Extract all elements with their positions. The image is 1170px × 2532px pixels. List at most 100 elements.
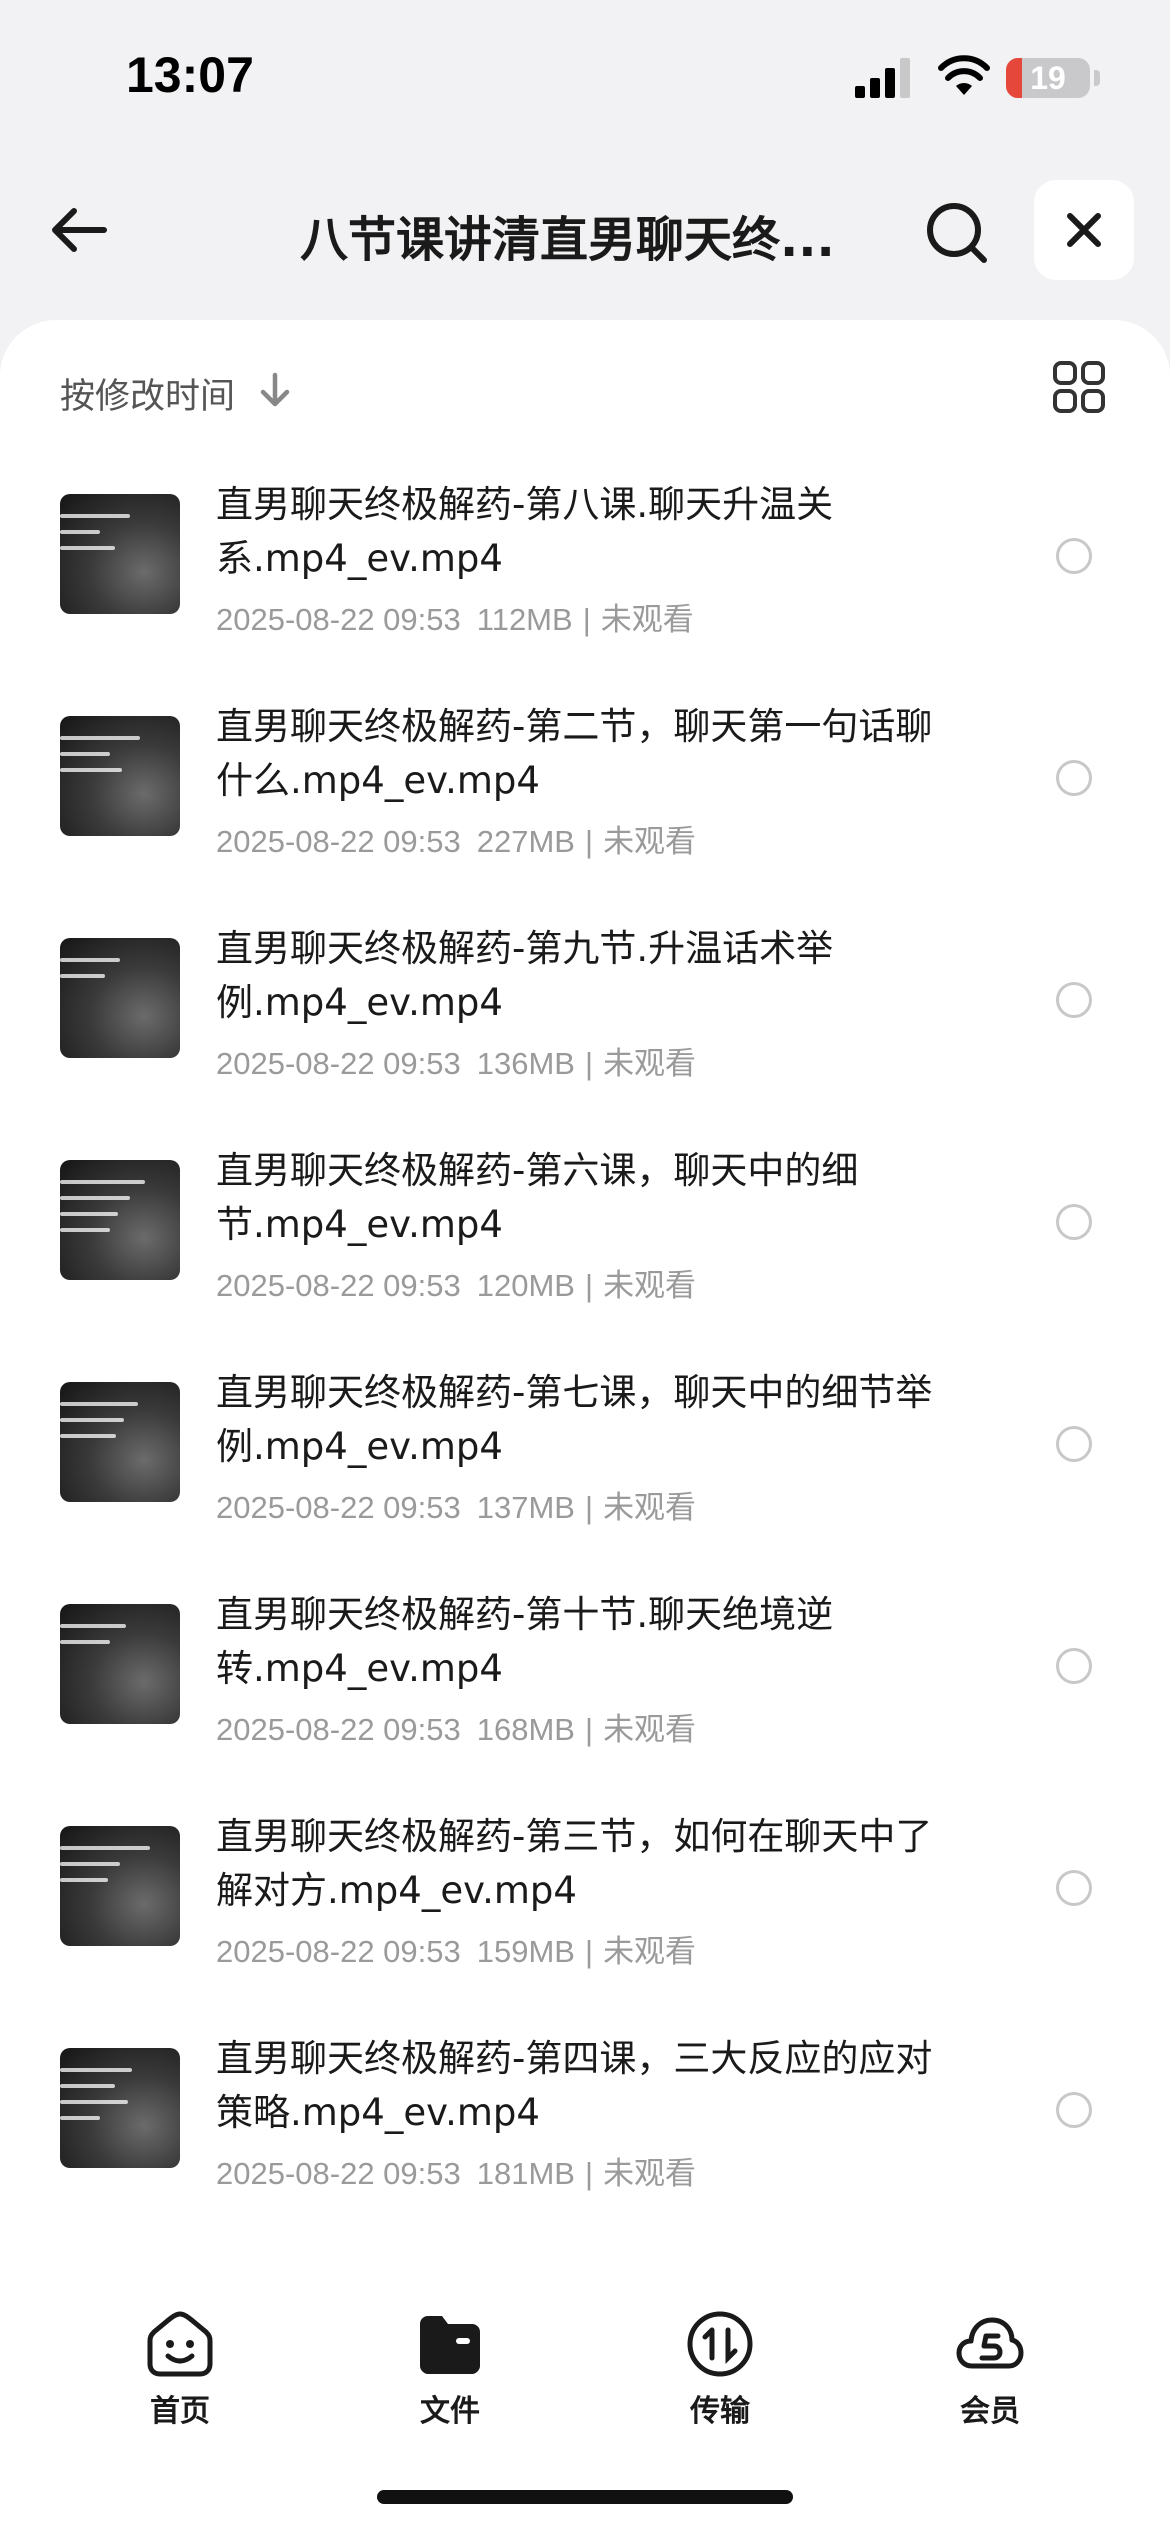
- thumbnail-text-line: [60, 1196, 130, 1200]
- select-radio[interactable]: [1056, 1426, 1092, 1462]
- file-name: 直男聊天终极解药-第十节.聊天绝境逆转.mp4_ev.mp4: [216, 1593, 834, 1690]
- file-meta: 2025-08-22 09:53 181MB | 未观看: [216, 2148, 976, 2193]
- arrow-down-icon[interactable]: [258, 372, 292, 408]
- file-list: 直男聊天终极解药-第八课.聊天升温关系.mp4_ev.mp4 2025-08-22…: [0, 460, 1170, 2236]
- tab-vip[interactable]: 会员: [890, 2290, 1090, 2440]
- status-bar: 13:07 19: [0, 0, 1170, 150]
- file-row[interactable]: 直男聊天终极解药-第六课，聊天中的细节.mp4_ev.mp4 2025-08-22…: [0, 1126, 1170, 1348]
- back-button[interactable]: [44, 195, 114, 265]
- file-size: 137MB: [476, 1490, 575, 1525]
- thumbnail-text-line: [60, 514, 130, 518]
- sort-button[interactable]: 按修改时间: [60, 368, 235, 419]
- file-name: 直男聊天终极解药-第八课.聊天升温关系.mp4_ev.mp4: [216, 483, 834, 580]
- home-indicator: [377, 2490, 793, 2504]
- file-panel: 按修改时间 直男聊天终极解药-第八课.聊天升温关系.mp4_ev.mp4 2025…: [0, 320, 1170, 2532]
- file-row[interactable]: 直男聊天终极解药-第二节，聊天第一句话聊什么.mp4_ev.mp4 2025-08…: [0, 682, 1170, 904]
- select-radio[interactable]: [1056, 1204, 1092, 1240]
- home-face-icon: [147, 2311, 213, 2377]
- file-meta: 2025-08-22 09:53 159MB | 未观看: [216, 1926, 976, 1971]
- thumbnail-text-line: [60, 1228, 110, 1232]
- thumbnail-text-line: [60, 1878, 108, 1882]
- tab-label: 首页: [150, 2394, 210, 2429]
- file-date: 2025-08-22 09:53: [216, 1268, 461, 1303]
- watch-status: 未观看: [603, 1490, 697, 1525]
- file-row[interactable]: 直男聊天终极解药-第十节.聊天绝境逆转.mp4_ev.mp4 2025-08-22…: [0, 1570, 1170, 1792]
- thumbnail-text-line: [60, 1180, 145, 1184]
- meta-separator: |: [585, 1712, 594, 1747]
- tab-home[interactable]: 首页: [80, 2290, 280, 2440]
- file-name: 直男聊天终极解药-第九节.升温话术举例.mp4_ev.mp4: [216, 927, 834, 1024]
- file-meta: 2025-08-22 09:53 120MB | 未观看: [216, 1260, 976, 1305]
- select-radio[interactable]: [1056, 1648, 1092, 1684]
- file-row[interactable]: 直男聊天终极解药-第三节，如何在聊天中了解对方.mp4_ev.mp4 2025-0…: [0, 1792, 1170, 2014]
- close-button[interactable]: [1034, 180, 1134, 280]
- file-name: 直男聊天终极解药-第七课，聊天中的细节举例.mp4_ev.mp4: [216, 1371, 933, 1468]
- thumbnail-text-line: [60, 2084, 115, 2088]
- video-thumbnail: [60, 716, 180, 836]
- grid-view-button[interactable]: [1052, 360, 1106, 414]
- video-thumbnail: [60, 1382, 180, 1502]
- file-date: 2025-08-22 09:53: [216, 1046, 461, 1081]
- status-time: 13:07: [126, 47, 254, 103]
- file-row[interactable]: 直男聊天终极解药-第四课，三大反应的应对策略.mp4_ev.mp4 2025-08…: [0, 2014, 1170, 2236]
- meta-separator: |: [585, 2156, 594, 2191]
- video-thumbnail: [60, 494, 180, 614]
- file-size: 120MB: [476, 1268, 575, 1303]
- meta-separator: |: [585, 1490, 594, 1525]
- file-name: 直男聊天终极解药-第六课，聊天中的细节.mp4_ev.mp4: [216, 1149, 859, 1246]
- file-size: 168MB: [476, 1712, 575, 1747]
- thumbnail-text-line: [60, 958, 120, 962]
- meta-separator: |: [585, 824, 594, 859]
- file-meta: 2025-08-22 09:53 136MB | 未观看: [216, 1038, 976, 1083]
- file-row[interactable]: 直男聊天终极解药-第九节.升温话术举例.mp4_ev.mp4 2025-08-22…: [0, 904, 1170, 1126]
- thumbnail-text-line: [60, 1862, 120, 1866]
- watch-status: 未观看: [603, 1712, 697, 1747]
- wifi-icon: [938, 55, 990, 95]
- thumbnail-text-line: [60, 1402, 138, 1406]
- thumbnail-text-line: [60, 530, 100, 534]
- file-row[interactable]: 直男聊天终极解药-第七课，聊天中的细节举例.mp4_ev.mp4 2025-08-…: [0, 1348, 1170, 1570]
- thumbnail-text-line: [60, 736, 140, 740]
- select-radio[interactable]: [1056, 2092, 1092, 2128]
- meta-separator: |: [585, 1268, 594, 1303]
- file-meta: 2025-08-22 09:53 227MB | 未观看: [216, 816, 976, 861]
- tab-label: 文件: [420, 2394, 480, 2429]
- watch-status: 未观看: [603, 1046, 697, 1081]
- video-thumbnail: [60, 938, 180, 1058]
- file-row[interactable]: 直男聊天终极解药-第八课.聊天升温关系.mp4_ev.mp4 2025-08-22…: [0, 460, 1170, 682]
- file-name: 直男聊天终极解药-第二节，聊天第一句话聊什么.mp4_ev.mp4: [216, 705, 933, 802]
- file-name: 直男聊天终极解药-第四课，三大反应的应对策略.mp4_ev.mp4: [216, 2037, 933, 2134]
- transfer-icon: [687, 2311, 753, 2377]
- video-thumbnail: [60, 1160, 180, 1280]
- thumbnail-text-line: [60, 1212, 118, 1216]
- file-date: 2025-08-22 09:53: [216, 1490, 461, 1525]
- watch-status: 未观看: [603, 1268, 697, 1303]
- video-thumbnail: [60, 1826, 180, 1946]
- select-radio[interactable]: [1056, 982, 1092, 1018]
- file-size: 159MB: [476, 1934, 575, 1969]
- thumbnail-text-line: [60, 2116, 100, 2120]
- file-size: 181MB: [476, 2156, 575, 2191]
- thumbnail-text-line: [60, 1640, 110, 1644]
- battery-level: 19: [1030, 60, 1066, 96]
- select-radio[interactable]: [1056, 1870, 1092, 1906]
- arrow-left-icon: [52, 208, 107, 252]
- tab-transfer[interactable]: 传输: [620, 2290, 820, 2440]
- tab-files[interactable]: 文件: [350, 2290, 550, 2440]
- thumbnail-text-line: [60, 546, 115, 550]
- thumbnail-text-line: [60, 1624, 126, 1628]
- thumbnail-text-line: [60, 752, 110, 756]
- thumbnail-text-line: [60, 2100, 128, 2104]
- page-title: 八节课讲清直男聊天终...: [300, 212, 835, 268]
- watch-status: 未观看: [603, 1934, 697, 1969]
- file-meta: 2025-08-22 09:53 168MB | 未观看: [216, 1704, 976, 1749]
- file-size: 227MB: [476, 824, 575, 859]
- select-radio[interactable]: [1056, 760, 1092, 796]
- select-radio[interactable]: [1056, 538, 1092, 574]
- file-date: 2025-08-22 09:53: [216, 1712, 461, 1747]
- header: 八节课讲清直男聊天终...: [0, 170, 1170, 290]
- search-button[interactable]: [922, 198, 992, 268]
- thumbnail-text-line: [60, 974, 105, 978]
- thumbnail-text-line: [60, 1418, 124, 1422]
- file-meta: 2025-08-22 09:53 112MB | 未观看: [216, 594, 976, 639]
